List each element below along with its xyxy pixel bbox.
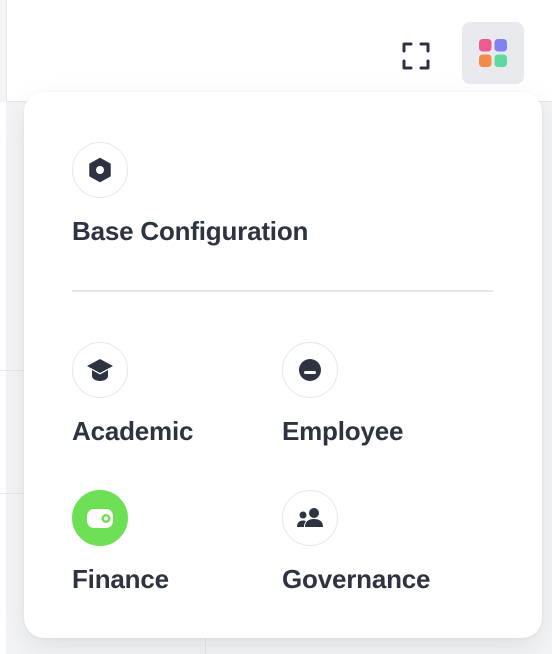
apps-grid-icon — [479, 39, 507, 67]
module-governance[interactable]: Governance — [282, 490, 430, 595]
fullscreen-button[interactable] — [388, 28, 444, 84]
module-employee[interactable]: Employee — [282, 342, 403, 447]
fullscreen-icon — [402, 42, 430, 70]
module-icon-wrap — [282, 490, 338, 546]
apps-menu-popover: Base Configuration Academic Employee Fin… — [24, 92, 542, 638]
module-icon-wrap — [72, 142, 128, 198]
module-label: Governance — [282, 564, 431, 594]
module-label: Academic — [72, 416, 194, 446]
module-label: Employee — [282, 416, 404, 446]
background-divider — [0, 493, 24, 494]
module-base-configuration[interactable]: Base Configuration — [72, 142, 308, 247]
page-background — [0, 102, 6, 654]
hexagon-nut-icon — [89, 157, 111, 183]
background-divider — [0, 370, 24, 371]
module-icon-wrap — [282, 342, 338, 398]
apps-button[interactable] — [462, 22, 524, 84]
background-divider — [205, 638, 206, 654]
employee-icon — [299, 359, 321, 381]
users-icon — [297, 508, 323, 527]
module-academic[interactable]: Academic — [72, 342, 193, 447]
module-label: Finance — [72, 564, 169, 594]
module-icon-wrap — [72, 490, 128, 546]
module-label: Base Configuration — [72, 216, 309, 246]
wallet-icon — [87, 509, 113, 528]
menu-divider — [72, 290, 493, 292]
module-finance[interactable]: Finance — [72, 490, 169, 595]
graduation-cap-icon — [87, 359, 113, 381]
module-icon-wrap — [72, 342, 128, 398]
